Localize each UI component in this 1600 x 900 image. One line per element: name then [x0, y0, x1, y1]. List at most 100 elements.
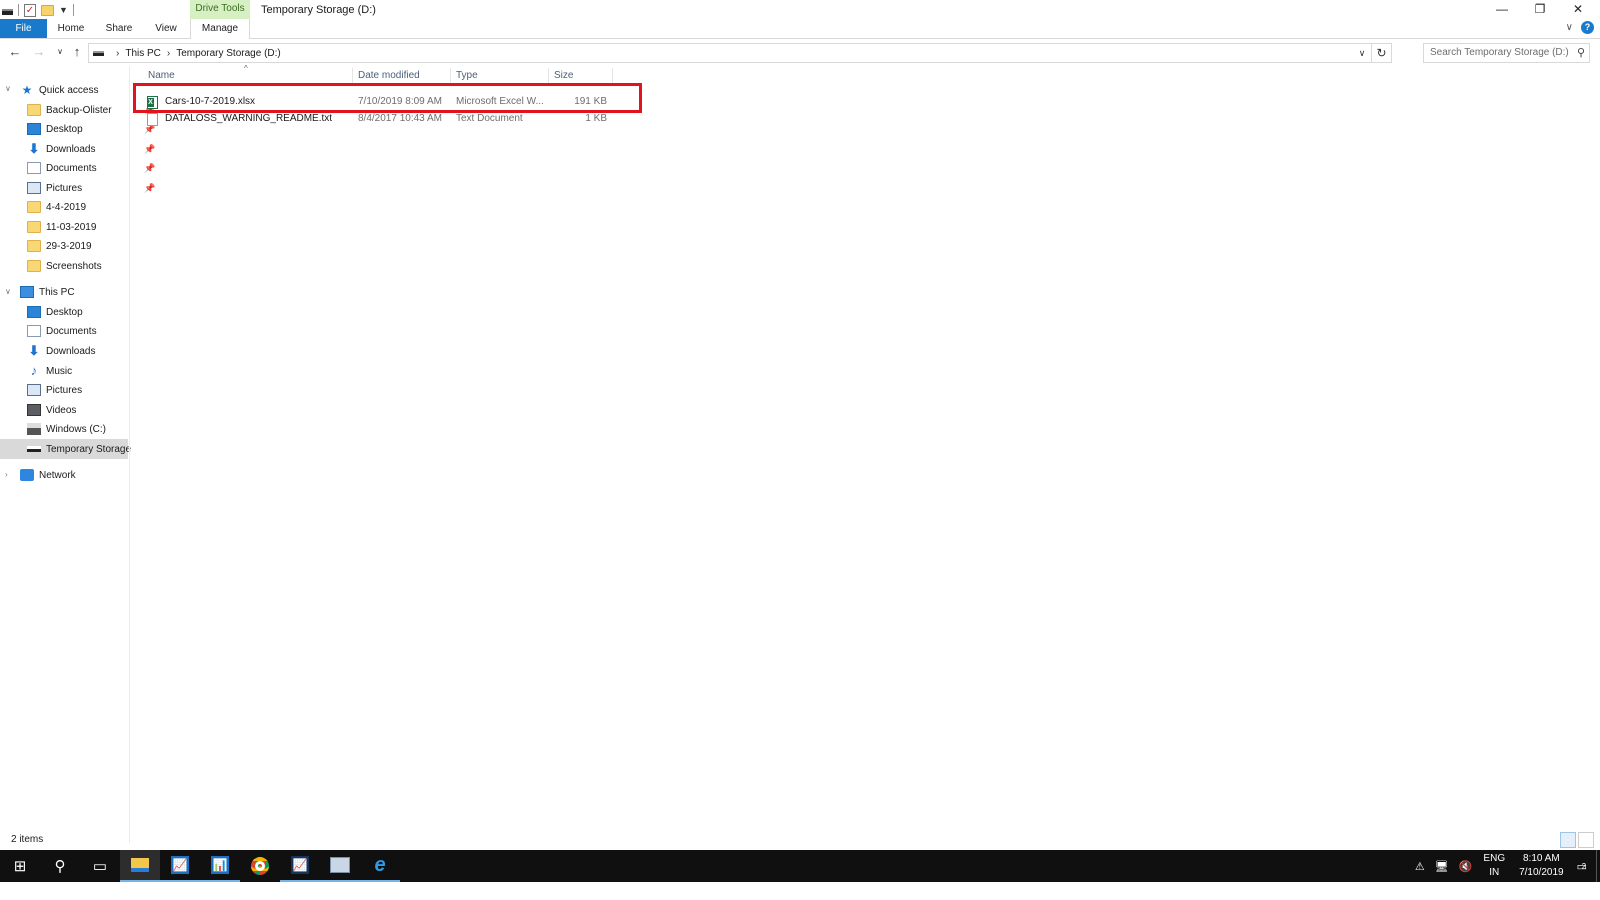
sidebar-item-network[interactable]: Network: [20, 465, 76, 485]
sidebar-item-pc-documents[interactable]: Documents: [27, 321, 97, 341]
ribbon-controls: ∨ ?: [1566, 21, 1594, 34]
pin-icon: 📌: [144, 162, 156, 173]
sidebar-item-label: Downloads: [46, 143, 96, 155]
column-header-type[interactable]: Type: [456, 70, 478, 84]
sidebar-item-downloads[interactable]: ⬇ Downloads 📌: [27, 139, 156, 159]
sidebar-item-label: Desktop: [46, 306, 83, 318]
internet-explorer-icon[interactable]: e: [360, 850, 400, 882]
large-icons-view-icon[interactable]: [1578, 832, 1594, 848]
column-header-size[interactable]: Size: [554, 70, 573, 84]
column-divider[interactable]: [352, 68, 353, 84]
address-dropdown-icon[interactable]: ∨: [1353, 48, 1371, 59]
forward-icon[interactable]: →: [31, 44, 47, 60]
tab-manage[interactable]: Manage: [190, 19, 250, 39]
sidebar-item-windows-c[interactable]: Windows (C:): [27, 419, 106, 439]
sidebar-item-quick-access[interactable]: ★ Quick access: [20, 80, 99, 100]
address-bar[interactable]: › This PC › Temporary Storage (D:) ∨ ↻: [88, 43, 1392, 63]
keyboard-region: IN: [1489, 867, 1500, 878]
customize-toolbar-icon[interactable]: ▼: [59, 5, 68, 15]
show-desktop-button[interactable]: [1596, 850, 1600, 882]
sidebar-item-temporary-storage[interactable]: Temporary Storage: [0, 439, 131, 459]
sidebar-item-11-03-2019[interactable]: 11-03-2019: [27, 217, 96, 237]
monitor-icon[interactable]: 🖥: [1435, 860, 1449, 873]
sidebar-item-pc-music[interactable]: ♪ Music: [27, 361, 72, 381]
drive-icon: [2, 9, 13, 15]
search-icon[interactable]: ⚲: [40, 850, 80, 882]
start-icon[interactable]: ⊞: [0, 850, 40, 882]
column-divider[interactable]: [548, 68, 549, 84]
tab-share[interactable]: Share: [100, 19, 138, 38]
file-size: 1 KB: [585, 113, 607, 124]
tab-view[interactable]: View: [148, 19, 184, 38]
column-divider[interactable]: [450, 68, 451, 84]
tab-file[interactable]: File: [0, 19, 47, 38]
details-view-icon[interactable]: [1560, 832, 1576, 848]
search-icon[interactable]: ⚲: [1577, 44, 1585, 62]
sidebar-item-label: Backup-Olister: [46, 104, 112, 116]
view-toggle: [1560, 832, 1594, 848]
minimize-button[interactable]: —: [1483, 0, 1521, 20]
collapse-icon[interactable]: ∨: [5, 287, 11, 296]
sidebar-item-desktop[interactable]: Desktop 📌: [27, 119, 155, 139]
sidebar-item-pictures[interactable]: Pictures 📌: [27, 178, 155, 198]
tab-home[interactable]: Home: [52, 19, 90, 38]
sidebar-item-pc-desktop[interactable]: Desktop: [27, 302, 83, 322]
breadcrumb-current-drive[interactable]: Temporary Storage (D:): [176, 48, 280, 59]
up-icon[interactable]: ↑: [69, 44, 85, 60]
sidebar-item-documents[interactable]: Documents 📌: [27, 158, 155, 178]
chart-app-icon[interactable]: 📊: [200, 850, 240, 882]
drive-tools-context-label: Drive Tools: [190, 0, 250, 19]
language-indicator[interactable]: ENG IN: [1483, 852, 1505, 880]
sidebar-item-29-3-2019[interactable]: 29-3-2019: [27, 236, 92, 256]
server-manager-icon[interactable]: [320, 850, 360, 882]
network-status-icon[interactable]: ⚠: [1415, 860, 1425, 873]
sidebar-item-label: Network: [39, 469, 76, 481]
recent-locations-icon[interactable]: ∨: [52, 44, 68, 60]
sidebar-item-4-4-2019[interactable]: 4-4-2019: [27, 197, 86, 217]
column-header-name[interactable]: Name: [148, 70, 175, 84]
sidebar-item-pc-videos[interactable]: Videos: [27, 400, 76, 420]
sidebar-item-backup-olister[interactable]: Backup-Olister 📌: [27, 100, 155, 120]
breadcrumb-this-pc[interactable]: This PC: [125, 48, 161, 59]
sidebar-item-pc-downloads[interactable]: ⬇ Downloads: [27, 341, 96, 361]
action-center-icon[interactable]: ▭ 2: [1577, 860, 1587, 873]
file-explorer-icon[interactable]: [120, 850, 160, 882]
collapse-icon[interactable]: ∨: [5, 84, 11, 93]
chart-app-icon[interactable]: 📈: [160, 850, 200, 882]
download-icon: ⬇: [28, 141, 40, 156]
help-icon[interactable]: ?: [1581, 21, 1594, 34]
clock-time: 8:10 AM: [1522, 853, 1560, 864]
drive-icon: [93, 50, 104, 56]
column-header-date-modified[interactable]: Date modified: [358, 70, 420, 84]
desktop-icon: [27, 306, 41, 318]
new-folder-icon[interactable]: [41, 4, 54, 16]
column-divider[interactable]: [612, 68, 613, 84]
refresh-icon[interactable]: ↻: [1371, 44, 1391, 62]
address-bar-actions: ∨ ↻: [1353, 44, 1391, 62]
drive-icon: [27, 446, 41, 452]
back-icon[interactable]: ←: [7, 44, 23, 60]
restore-button[interactable]: ❐: [1521, 0, 1559, 20]
clock[interactable]: 8:10 AM 7/10/2019: [1519, 852, 1564, 880]
ribbon-tab-bar: File Home Share View Manage: [0, 19, 1600, 39]
search-input[interactable]: Search Temporary Storage (D:) ⚲: [1423, 43, 1590, 63]
chart-app-icon[interactable]: 📈: [280, 850, 320, 882]
expand-ribbon-icon[interactable]: ∨: [1566, 22, 1573, 33]
task-view-icon[interactable]: ▭: [80, 850, 120, 882]
sidebar-item-pc-pictures[interactable]: Pictures: [27, 380, 82, 400]
folder-icon: [27, 240, 41, 252]
pictures-icon: [27, 384, 41, 396]
pane-divider[interactable]: [129, 66, 130, 843]
title-bar: ✓ ▼ Drive Tools Temporary Storage (D:) —…: [0, 0, 1600, 20]
file-row[interactable]: DATALOSS_WARNING_README.txt 8/4/2017 10:…: [140, 111, 610, 128]
system-tray: ⚠ 🖥 🔇 ENG IN 8:10 AM 7/10/2019 ▭ 2: [1410, 850, 1600, 882]
expand-icon[interactable]: ›: [5, 470, 8, 479]
volume-muted-icon[interactable]: 🔇: [1459, 860, 1473, 873]
sidebar-item-screenshots[interactable]: Screenshots: [27, 256, 102, 276]
chrome-icon[interactable]: [240, 850, 280, 882]
breadcrumb-separator-icon[interactable]: ›: [167, 48, 170, 59]
properties-icon[interactable]: ✓: [24, 3, 36, 17]
breadcrumb-separator-icon[interactable]: ›: [116, 48, 119, 59]
sidebar-item-this-pc[interactable]: This PC: [20, 282, 75, 302]
close-button[interactable]: ✕: [1559, 0, 1597, 20]
